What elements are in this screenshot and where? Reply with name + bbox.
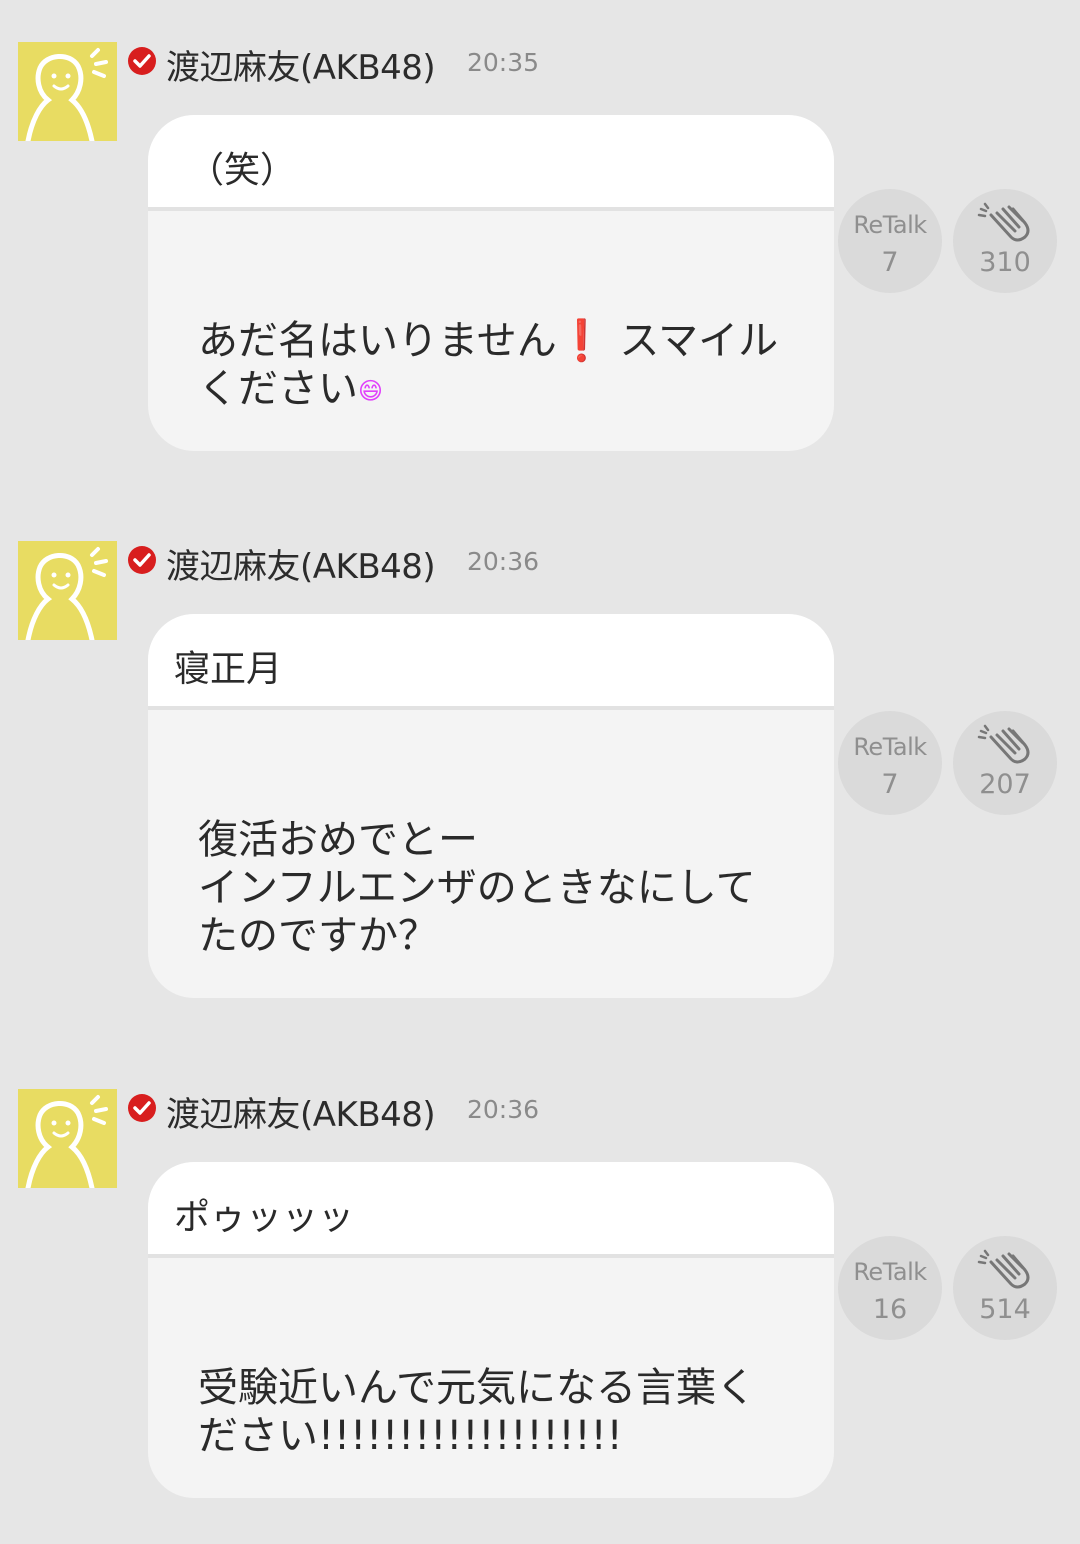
default-avatar-icon: [25, 547, 108, 640]
smile-emoji: 😄: [358, 377, 384, 405]
reply-text: ポゥッッッ: [174, 1197, 355, 1238]
post-time: 20:36: [467, 1095, 540, 1124]
message-bubble: 寝正月 復活おめでとー インフルエンザのときなにしてたのですか？: [148, 614, 834, 998]
clap-hands-icon: [977, 202, 1030, 242]
avatar[interactable]: [18, 1089, 117, 1188]
reply-text: （笑）: [188, 150, 297, 191]
retalk-button[interactable]: ReTalk 7: [838, 711, 942, 815]
verified-check-icon: [128, 1094, 156, 1122]
clap-hands-icon: [977, 724, 1030, 764]
message-bubble: （笑） あだ名はいりません❗ スマイルください😄: [148, 115, 834, 451]
default-avatar-icon: [25, 48, 108, 141]
retalk-label: ReTalk: [853, 1258, 927, 1286]
clap-hands-icon: [977, 1249, 1030, 1289]
author-name[interactable]: 渡辺麻友(AKB48): [166, 539, 436, 588]
message-text: 受験近いんで元気になる言葉ください!!!!!!!!!!!!!!!!!!!: [198, 1365, 756, 1459]
retalk-label: ReTalk: [853, 211, 927, 239]
clap-button[interactable]: 310: [953, 189, 1057, 293]
post-time: 20:35: [467, 48, 540, 77]
avatar[interactable]: [18, 541, 117, 640]
verified-check-icon: [128, 47, 156, 75]
message-bubble: ポゥッッッ 受験近いんで元気になる言葉ください!!!!!!!!!!!!!!!!!…: [148, 1162, 834, 1498]
exclamation-emoji: ❗: [556, 318, 607, 364]
reply-quote: （笑）: [148, 115, 834, 211]
clap-count: 514: [979, 1294, 1031, 1325]
retalk-count: 7: [881, 769, 899, 800]
message-text-part: あだ名はいりません: [198, 318, 557, 364]
retalk-count: 7: [881, 247, 899, 278]
reply-quote: ポゥッッッ: [148, 1162, 834, 1258]
default-avatar-icon: [25, 1095, 108, 1188]
author-name[interactable]: 渡辺麻友(AKB48): [166, 40, 436, 89]
clap-button[interactable]: 207: [953, 711, 1057, 815]
retalk-button[interactable]: ReTalk 7: [838, 189, 942, 293]
retalk-label: ReTalk: [853, 733, 927, 761]
verified-check-icon: [128, 546, 156, 574]
message-text: あだ名はいりません❗ スマイルください😄: [198, 317, 794, 415]
post-time: 20:36: [467, 547, 540, 576]
retalk-count: 16: [872, 1294, 908, 1325]
author-name[interactable]: 渡辺麻友(AKB48): [166, 1087, 436, 1136]
clap-count: 310: [979, 247, 1031, 278]
clap-count: 207: [979, 769, 1031, 800]
message-text: 復活おめでとー インフルエンザのときなにしてたのですか？: [198, 817, 756, 959]
clap-button[interactable]: 514: [953, 1236, 1057, 1340]
reply-text: 寝正月: [174, 649, 283, 690]
retalk-button[interactable]: ReTalk 16: [838, 1236, 942, 1340]
reply-quote: 寝正月: [148, 614, 834, 710]
avatar[interactable]: [18, 42, 117, 141]
